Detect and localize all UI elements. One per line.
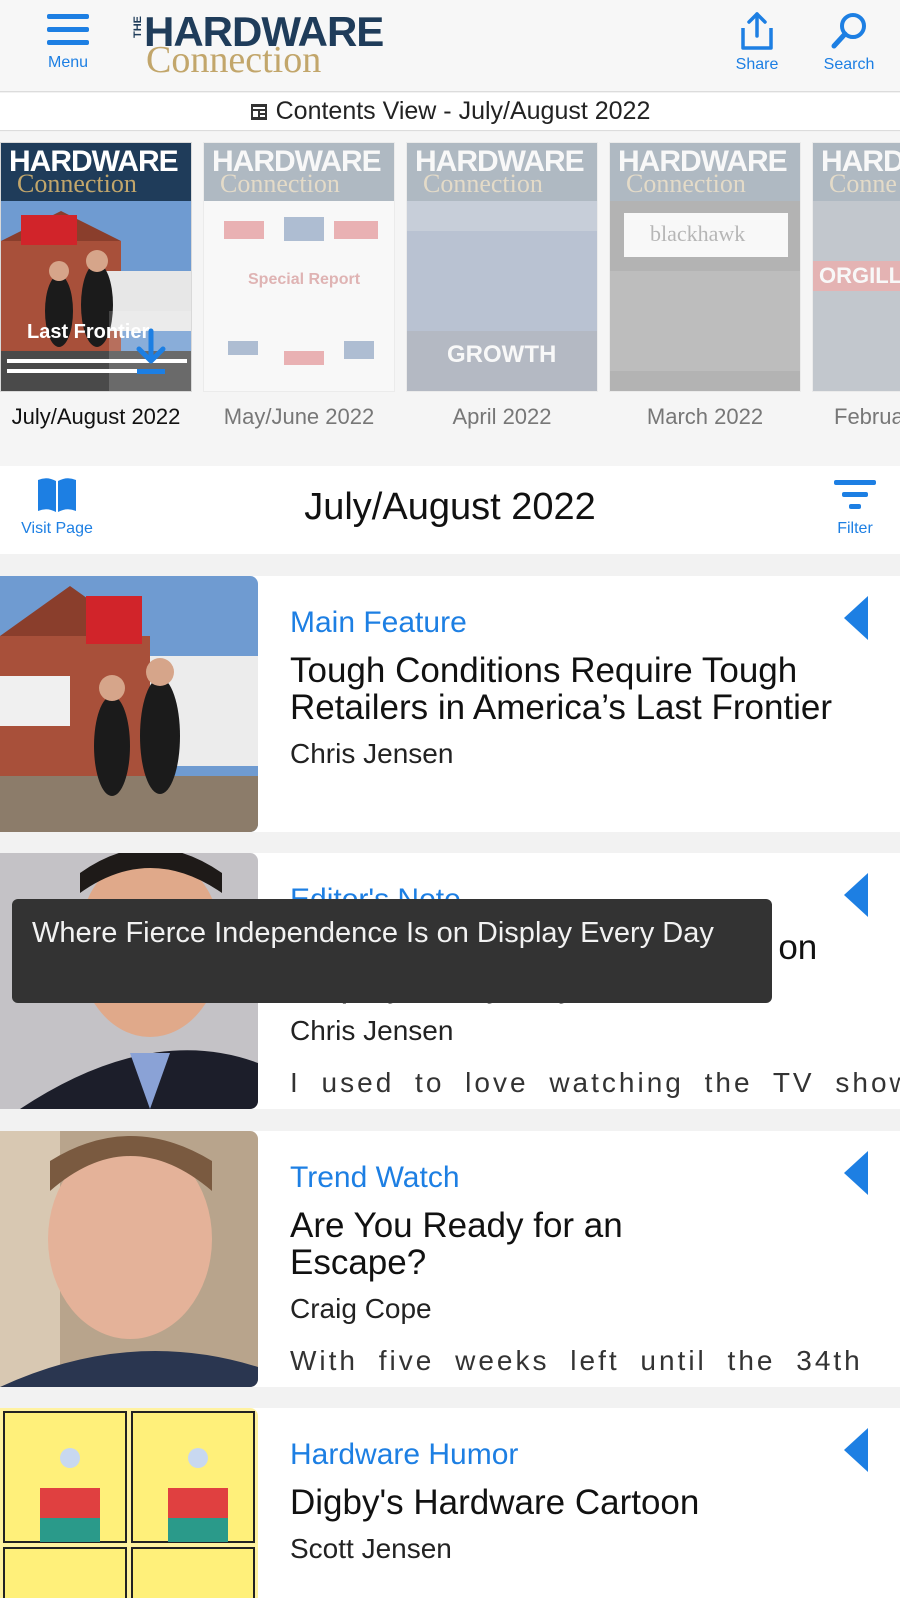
- cover-photo: Special Report: [204, 201, 394, 391]
- cover-masthead-subtitle: Conne: [829, 169, 897, 198]
- cover-photo: blackhawk: [610, 201, 800, 391]
- issue-cover[interactable]: HARDWARE Connection Special Report: [203, 142, 395, 392]
- issue-cover[interactable]: HARDWARE Connection Last Frontier: [0, 142, 192, 392]
- issue-label[interactable]: May/June 2022: [203, 404, 395, 430]
- issue-cover[interactable]: HARDWARE Connection GROWTH: [406, 142, 598, 392]
- download-icon: [136, 328, 166, 374]
- article-title[interactable]: Digby's Hardware Cartoon: [290, 1484, 870, 1521]
- cover-masthead-subtitle: Connection: [17, 169, 137, 198]
- issue-item[interactable]: HARDWARE Connection blackhawk March 2022: [609, 142, 801, 430]
- cover-headline: ORGILL: [819, 263, 900, 288]
- article-card[interactable]: Trend Watch Are You Ready for an Escape?…: [0, 1131, 900, 1387]
- cover-masthead-subtitle: Connection: [423, 169, 543, 198]
- app-root: Menu THE HARDWARE Connection Share Searc…: [0, 0, 900, 1598]
- title-tooltip: Where Fierce Independence Is on Display …: [12, 899, 772, 1003]
- chevron-left-icon[interactable]: [844, 1428, 868, 1472]
- menu-label: Menu: [47, 54, 89, 71]
- cover-masthead: HARDWARE Connection: [204, 143, 394, 201]
- search-icon: [831, 13, 866, 49]
- article-card[interactable]: Hardware Humor Digby's Hardware Cartoon …: [0, 1408, 900, 1598]
- cover-headline: Special Report: [248, 271, 361, 288]
- share-label: Share: [735, 56, 779, 73]
- logo-the: THE: [132, 16, 144, 38]
- article-author: Craig Cope: [290, 1293, 432, 1324]
- issue-title: July/August 2022: [304, 486, 596, 528]
- download-button[interactable]: [109, 311, 191, 391]
- cover-headline: GROWTH: [447, 341, 557, 368]
- chevron-left-icon[interactable]: [844, 596, 868, 640]
- cover-masthead: HARDWARE Connection: [610, 143, 800, 201]
- article-author: Chris Jensen: [290, 1015, 454, 1046]
- issue-title-bar: Visit Page July/August 2022 Filter: [0, 466, 900, 554]
- article-snippet: I used to love watching the TV show: [290, 1067, 900, 1098]
- cover-masthead: HARDWARE Connection: [1, 143, 191, 201]
- document-icon: [250, 103, 267, 120]
- filter-button[interactable]: Filter: [822, 476, 888, 538]
- contents-view-label: Contents View - July/August 2022: [275, 97, 651, 125]
- article-title[interactable]: Tough Conditions Require Tough Retailers…: [290, 652, 870, 726]
- article-category[interactable]: Hardware Humor: [290, 1438, 870, 1472]
- cover-headline: blackhawk: [650, 221, 746, 246]
- filter-icon: [834, 480, 876, 509]
- article-snippet: With five weeks left until the 34th: [290, 1345, 863, 1376]
- issue-carousel[interactable]: HARDWARE Connection Last Frontier July/A…: [0, 132, 900, 466]
- article-card[interactable]: Main Feature Tough Conditions Require To…: [0, 576, 900, 832]
- article-title[interactable]: Are You Ready for an Escape?: [290, 1207, 670, 1281]
- article-thumbnail[interactable]: [0, 1131, 258, 1387]
- cover-masthead-subtitle: Connection: [626, 169, 746, 198]
- cover-masthead: HARDWARE Connection: [407, 143, 597, 201]
- article-thumbnail[interactable]: [0, 1408, 258, 1598]
- cover-photo: ORGILL: [813, 201, 900, 391]
- cover-masthead-subtitle: Connection: [220, 169, 340, 198]
- article-category[interactable]: Trend Watch: [290, 1161, 870, 1195]
- issue-item[interactable]: HARDWARE Connection GROWTH April 2022: [406, 142, 598, 430]
- issue-item[interactable]: HARDWARE Connection Last Frontier July/A…: [0, 142, 192, 430]
- article-thumbnail[interactable]: [0, 576, 258, 832]
- article-author: Chris Jensen: [290, 738, 454, 769]
- issue-label[interactable]: July/August 2022: [0, 404, 192, 430]
- chevron-left-icon[interactable]: [844, 873, 868, 917]
- share-button[interactable]: Share: [722, 10, 792, 74]
- issue-item[interactable]: HARD Conne ORGILL Februa: [812, 142, 900, 430]
- article-text: Trend Watch Are You Ready for an Escape?…: [290, 1131, 870, 1377]
- top-header: Menu THE HARDWARE Connection Share Searc…: [0, 0, 900, 92]
- search-label: Search: [823, 56, 875, 73]
- filter-label: Filter: [837, 520, 873, 537]
- search-button[interactable]: Search: [812, 10, 886, 74]
- article-text: Hardware Humor Digby's Hardware Cartoon …: [290, 1408, 870, 1565]
- article-author: Scott Jensen: [290, 1533, 452, 1564]
- chevron-left-icon[interactable]: [844, 1151, 868, 1195]
- issue-cover[interactable]: HARDWARE Connection blackhawk: [609, 142, 801, 392]
- hamburger-menu-icon: [47, 14, 89, 45]
- cover-masthead: HARD Conne: [813, 143, 900, 201]
- share-icon: [741, 12, 773, 50]
- cover-photo: GROWTH: [407, 201, 597, 391]
- issue-label[interactable]: March 2022: [609, 404, 801, 430]
- menu-button[interactable]: Menu: [38, 10, 98, 72]
- issue-label[interactable]: April 2022: [406, 404, 598, 430]
- brand-logo[interactable]: THE HARDWARE Connection: [132, 10, 412, 81]
- contents-view-bar: Contents View - July/August 2022: [0, 93, 900, 131]
- issue-item[interactable]: HARDWARE Connection Special Report May/J…: [203, 142, 395, 430]
- logo-subtitle: Connection: [146, 39, 322, 81]
- issue-cover[interactable]: HARD Conne ORGILL: [812, 142, 900, 392]
- article-category[interactable]: Main Feature: [290, 606, 870, 640]
- article-text: Main Feature Tough Conditions Require To…: [290, 576, 870, 770]
- issue-label[interactable]: Februa: [812, 404, 900, 430]
